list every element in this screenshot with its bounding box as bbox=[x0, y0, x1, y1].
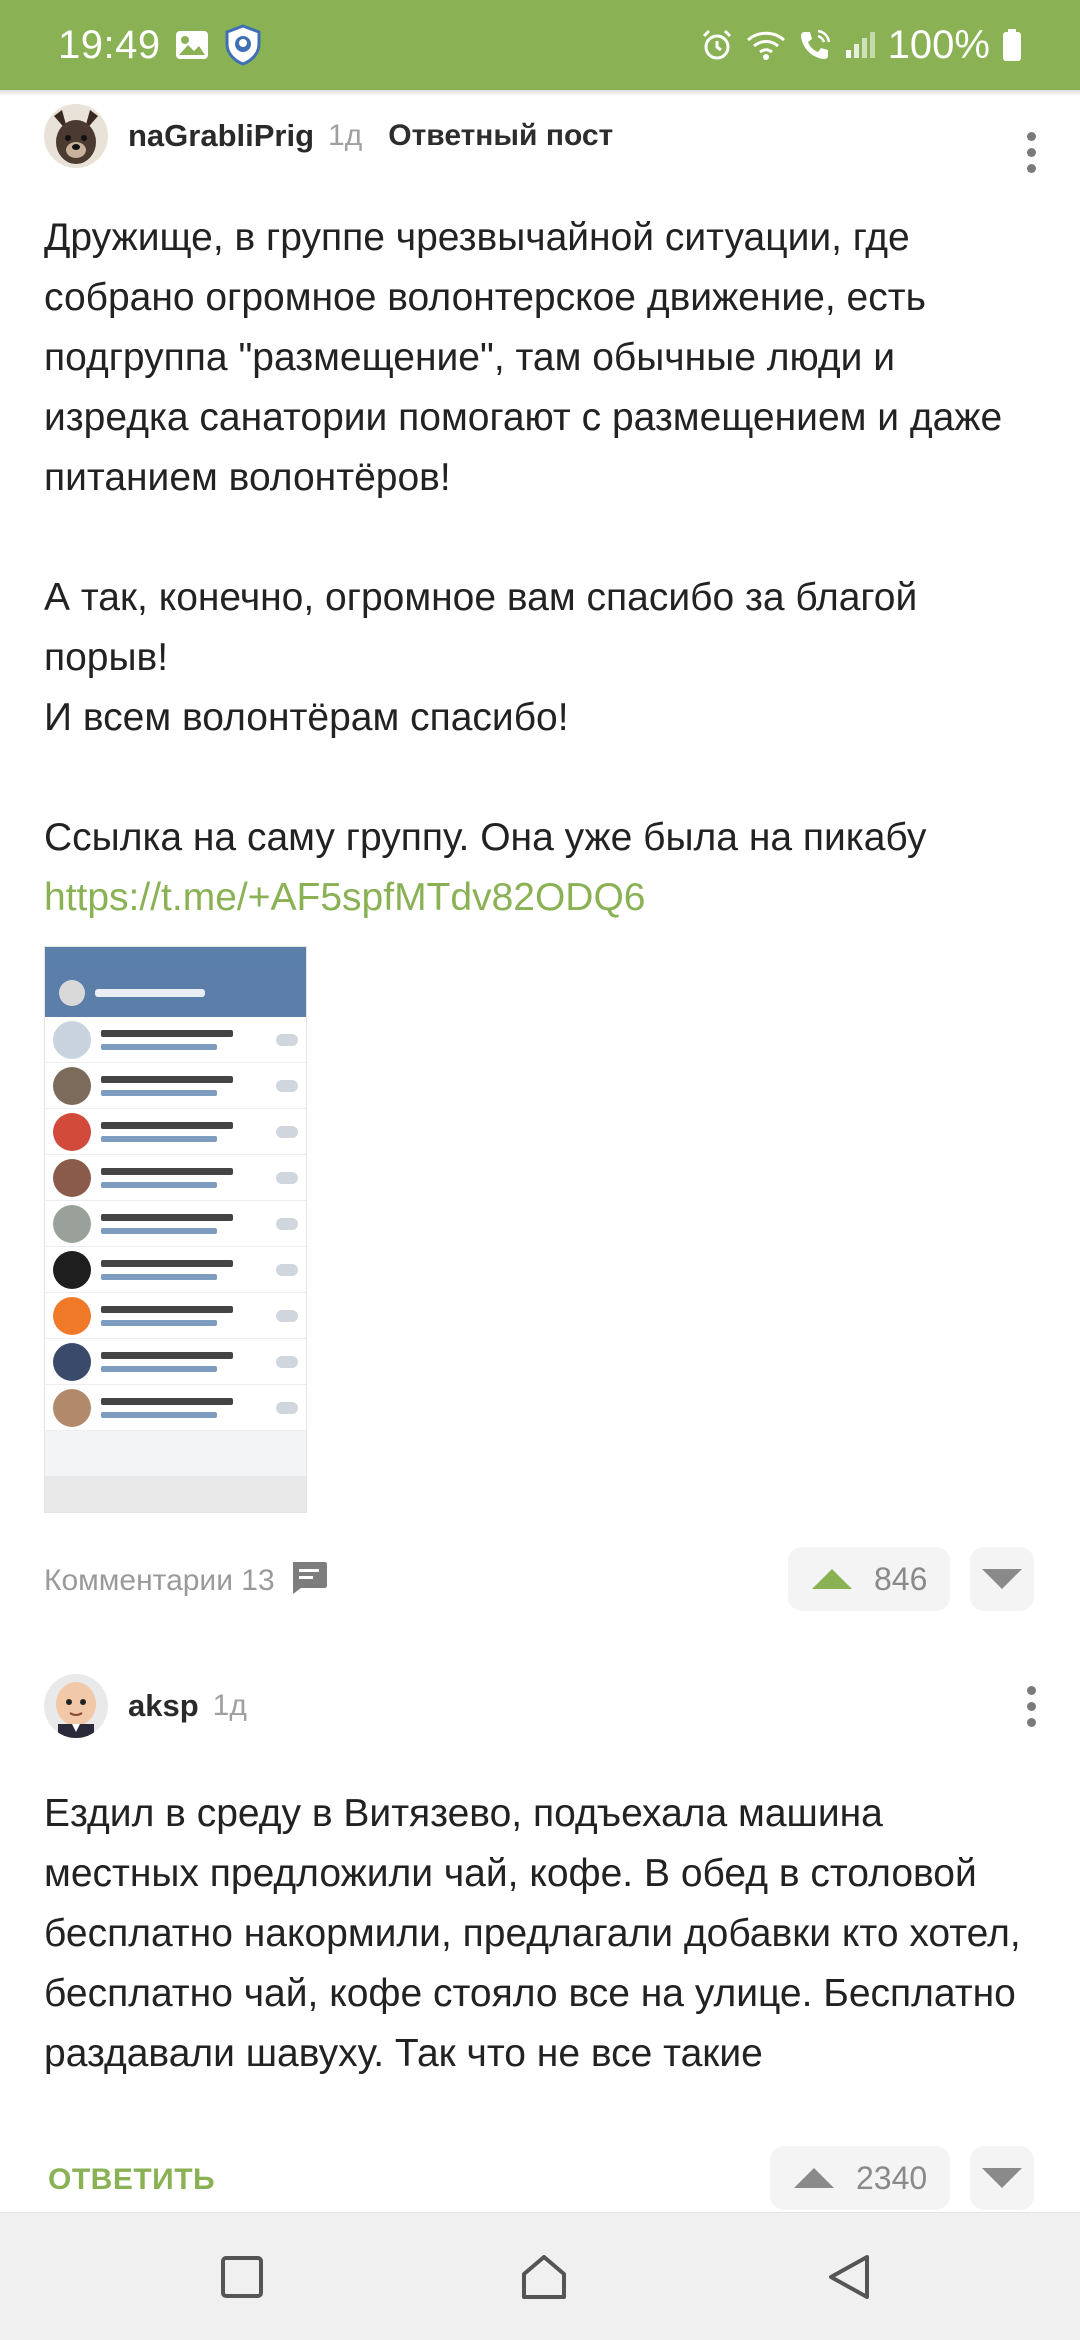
rating-value: 846 bbox=[874, 1560, 928, 1597]
upvote-arrow-icon bbox=[794, 2168, 834, 2188]
more-options-button[interactable] bbox=[1016, 1676, 1046, 1736]
post-paragraph: Ссылка на саму группу. Она уже была на п… bbox=[44, 816, 927, 859]
username[interactable]: naGrabliPrig bbox=[128, 118, 314, 154]
home-button[interactable] bbox=[484, 2213, 604, 2340]
post-paragraph: И всем волонтёрам спасибо! bbox=[44, 696, 569, 739]
avatar[interactable] bbox=[44, 1674, 108, 1738]
post1-vote-box: 846 bbox=[788, 1547, 950, 1611]
rating-value: 2340 bbox=[856, 2159, 928, 2196]
recent-apps-button[interactable] bbox=[182, 2213, 302, 2340]
shield-app-icon bbox=[223, 24, 263, 66]
alarm-icon bbox=[700, 28, 734, 62]
status-bar: 19:49 100% bbox=[0, 0, 1080, 90]
post2-vote-box: 2340 bbox=[770, 2146, 950, 2210]
comments-count-label: Комментарии 13 bbox=[44, 1564, 275, 1597]
post-paragraph: Дружище, в группе чрезвычайной ситуации,… bbox=[44, 216, 1003, 499]
dot-icon bbox=[1026, 1717, 1036, 1727]
dot-icon bbox=[1026, 147, 1036, 157]
upvote-arrow-icon bbox=[812, 1569, 852, 1589]
dot-icon bbox=[1026, 1701, 1036, 1711]
dot-icon bbox=[1026, 1685, 1036, 1695]
post1-body: Дружище, в группе чрезвычайной ситуации,… bbox=[44, 208, 1034, 928]
signal-icon bbox=[844, 30, 876, 60]
downvote-button[interactable] bbox=[970, 2146, 1034, 2210]
recent-apps-icon bbox=[221, 2256, 263, 2298]
battery-icon bbox=[1002, 28, 1022, 62]
downvote-arrow-icon bbox=[982, 2168, 1022, 2188]
home-icon bbox=[522, 2255, 566, 2299]
username[interactable]: aksp bbox=[128, 1688, 199, 1724]
reply-post-tag[interactable]: Ответный пост bbox=[388, 119, 613, 153]
post-image-thumbnail[interactable] bbox=[44, 946, 307, 1513]
post1-header: naGrabliPrig 1д Ответный пост bbox=[44, 104, 613, 168]
post-paragraph: А так, конечно, огромное вам спасибо за … bbox=[44, 576, 918, 679]
post2-body: Ездил в среду в Витязево, подъехала маши… bbox=[44, 1784, 1034, 2084]
comments-link[interactable]: Комментарии 13 bbox=[44, 1559, 329, 1603]
upvote-button[interactable]: 2340 bbox=[770, 2160, 951, 2197]
telegram-link[interactable]: https://t.me/+AF5spfMTdv82ODQ6 bbox=[44, 876, 645, 919]
battery-percent: 100% bbox=[887, 22, 990, 67]
downvote-arrow-icon bbox=[982, 1569, 1022, 1589]
gallery-icon bbox=[175, 30, 209, 60]
avatar[interactable] bbox=[44, 104, 108, 168]
wifi-calling-icon bbox=[798, 28, 832, 62]
comment-icon bbox=[289, 1559, 329, 1603]
system-navigation-bar bbox=[0, 2212, 1080, 2340]
post-paragraph: Ездил в среду в Витязево, подъехала маши… bbox=[44, 1792, 1021, 2075]
downvote-button[interactable] bbox=[970, 1547, 1034, 1611]
reply-button[interactable]: ОТВЕТИТЬ bbox=[48, 2163, 215, 2197]
status-time: 19:49 bbox=[58, 22, 161, 67]
dot-icon bbox=[1026, 131, 1036, 141]
post-age: 1д bbox=[328, 119, 363, 152]
back-icon bbox=[829, 2255, 869, 2299]
post2-header: aksp 1д bbox=[44, 1674, 247, 1738]
upvote-button[interactable]: 846 bbox=[788, 1561, 951, 1598]
more-options-button[interactable] bbox=[1016, 122, 1046, 182]
dot-icon bbox=[1026, 163, 1036, 173]
wifi-icon bbox=[746, 29, 786, 61]
post-age: 1д bbox=[212, 1689, 247, 1722]
back-button[interactable] bbox=[788, 2213, 908, 2340]
status-bar-shadow bbox=[0, 90, 1080, 96]
